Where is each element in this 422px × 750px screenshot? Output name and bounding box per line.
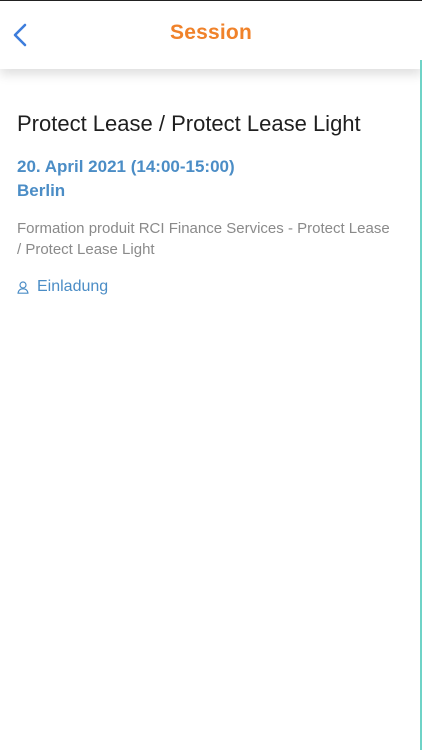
user-icon: [17, 280, 29, 294]
session-date: 20. April 2021 (14:00-15:00): [17, 157, 235, 176]
invitation-link[interactable]: Einladung: [17, 278, 407, 296]
session-details: Protect Lease / Protect Lease Light 20. …: [17, 110, 407, 296]
session-location: Berlin: [17, 181, 66, 200]
app-header: Session: [0, 1, 422, 69]
invitation-label: Einladung: [37, 278, 109, 295]
screen: Session Protect Lease / Protect Lease Li…: [0, 0, 422, 750]
session-title: Protect Lease / Protect Lease Light: [17, 111, 361, 136]
page-title: Session: [170, 21, 252, 44]
session-description: Formation produit RCI Finance Services -…: [17, 220, 390, 258]
